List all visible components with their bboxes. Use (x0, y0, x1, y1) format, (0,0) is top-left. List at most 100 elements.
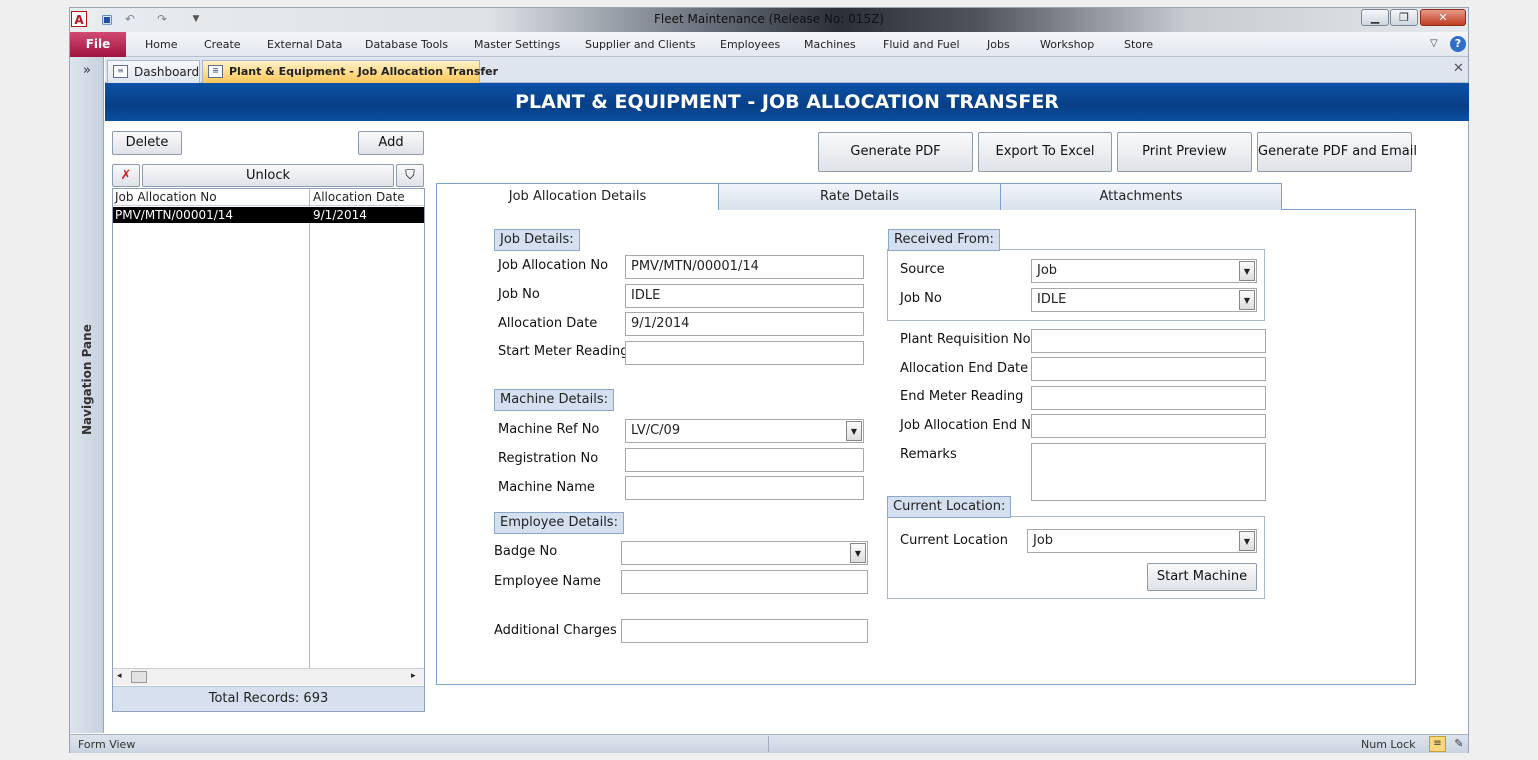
job-allocation-no-label: Job Allocation No (498, 258, 609, 273)
current-location-select[interactable]: Job ▼ (1027, 529, 1257, 553)
generate-pdf-button[interactable]: Generate PDF (818, 132, 973, 172)
machine-ref-no-label: Machine Ref No (498, 422, 600, 437)
machine-name-field[interactable] (625, 476, 864, 500)
document-tab-bar: ≡ Dashboard ≡ Plant & Equipment - Job Al… (105, 57, 1468, 83)
tab-create[interactable]: Create (204, 38, 241, 51)
received-job-no-value: IDLE (1037, 292, 1067, 307)
add-button[interactable]: Add (358, 131, 424, 155)
page-title: PLANT & EQUIPMENT - JOB ALLOCATION TRANS… (515, 91, 1059, 113)
remarks-textarea[interactable] (1031, 443, 1266, 501)
current-location-value: Job (1033, 533, 1054, 548)
close-document-icon[interactable]: ✕ (1453, 61, 1464, 76)
help-icon[interactable]: ? (1450, 36, 1466, 52)
chevron-down-icon[interactable]: ▼ (1239, 290, 1255, 310)
additional-charges-label: Additional Charges (494, 623, 617, 638)
nav-pane-toggle-icon[interactable]: » (70, 63, 104, 78)
tab-job-allocation-details[interactable]: Job Allocation Details (436, 183, 719, 210)
doc-tab-label: Dashboard (134, 65, 200, 79)
num-lock-indicator: Num Lock (1361, 738, 1416, 751)
plant-requisition-field[interactable] (1031, 329, 1266, 353)
scroll-left-icon[interactable]: ◂ (117, 671, 122, 681)
employee-name-label: Employee Name (494, 574, 601, 589)
record-list[interactable]: Job Allocation No Allocation Date PMV/MT… (112, 188, 425, 712)
received-job-no-label: Job No (900, 291, 942, 306)
export-excel-button[interactable]: Export To Excel (978, 132, 1112, 172)
additional-charges-field[interactable] (621, 619, 868, 643)
app-window: A ▣ ↶ ↷ ▼ Fleet Maintenance (Release No:… (69, 7, 1469, 753)
column-header-job-allocation-no[interactable]: Job Allocation No (115, 190, 217, 204)
allocation-date-field[interactable]: 9/1/2014 (625, 312, 864, 336)
chevron-down-icon[interactable]: ▼ (1239, 261, 1255, 281)
title-bar: A ▣ ↶ ↷ ▼ Fleet Maintenance (Release No:… (70, 8, 1468, 32)
column-divider (309, 189, 310, 668)
job-details-header: Job Details: (494, 229, 580, 251)
navigation-pane[interactable]: » Navigation Pane (70, 57, 104, 733)
form-icon: ≡ (208, 65, 223, 78)
tab-employees[interactable]: Employees (720, 38, 780, 51)
filter-icon[interactable]: ⛉ (396, 164, 424, 187)
current-location-label: Current Location (900, 533, 1008, 548)
scroll-right-icon[interactable]: ▸ (411, 671, 416, 681)
doc-tab-dashboard[interactable]: ≡ Dashboard (107, 60, 200, 83)
end-meter-reading-field[interactable] (1031, 386, 1266, 410)
tab-attachments[interactable]: Attachments (1000, 183, 1282, 210)
form-header: PLANT & EQUIPMENT - JOB ALLOCATION TRANS… (105, 83, 1469, 121)
job-allocation-end-no-label: Job Allocation End No (900, 418, 1039, 433)
window-title: Fleet Maintenance (Release No: 015Z) (654, 12, 884, 26)
employee-name-field[interactable] (621, 570, 868, 594)
received-job-no-select[interactable]: IDLE ▼ (1031, 288, 1257, 312)
job-no-field[interactable]: IDLE (625, 284, 864, 308)
delete-button[interactable]: Delete (112, 131, 182, 155)
source-select[interactable]: Job ▼ (1031, 259, 1257, 283)
expand-ribbon-icon[interactable]: ▽ (1430, 38, 1438, 49)
start-machine-button[interactable]: Start Machine (1147, 563, 1257, 591)
generate-pdf-email-button[interactable]: Generate PDF and Email (1257, 132, 1417, 172)
tab-rate-details[interactable]: Rate Details (718, 183, 1001, 210)
tab-store[interactable]: Store (1124, 38, 1153, 51)
horizontal-scrollbar[interactable]: ◂ ▸ (113, 668, 424, 685)
chevron-down-icon[interactable]: ▼ (1239, 531, 1255, 551)
tab-workshop[interactable]: Workshop (1040, 38, 1094, 51)
allocation-end-date-field[interactable] (1031, 357, 1266, 381)
file-tab[interactable]: File (70, 32, 126, 57)
scroll-thumb[interactable] (131, 671, 147, 683)
minimize-button[interactable]: ▁ (1361, 9, 1389, 26)
status-divider (768, 736, 769, 752)
remarks-label: Remarks (900, 447, 957, 462)
unlock-button[interactable]: Unlock (142, 164, 394, 187)
tab-external-data[interactable]: External Data (267, 38, 342, 51)
tab-database-tools[interactable]: Database Tools (365, 38, 448, 51)
plant-requisition-label: Plant Requisition No. (900, 332, 1035, 347)
source-label: Source (900, 262, 945, 277)
tab-home[interactable]: Home (145, 38, 177, 51)
tab-master-settings[interactable]: Master Settings (474, 38, 560, 51)
list-item[interactable]: PMV/MTN/00001/14 9/1/2014 (113, 207, 424, 223)
chevron-down-icon[interactable]: ▼ (846, 421, 862, 441)
badge-no-select[interactable]: ▼ (621, 541, 868, 565)
machine-details-header: Machine Details: (494, 389, 614, 411)
form-view-icon[interactable]: ≡ (1429, 736, 1446, 752)
column-header-allocation-date[interactable]: Allocation Date (313, 190, 405, 204)
view-mode-label: Form View (78, 738, 136, 751)
print-preview-button[interactable]: Print Preview (1117, 132, 1252, 172)
start-meter-reading-field[interactable] (625, 341, 864, 365)
ribbon-tab-bar: File Home Create External Data Database … (70, 32, 1468, 57)
machine-ref-no-select[interactable]: LV/C/09 ▼ (625, 419, 864, 443)
job-allocation-end-no-field[interactable] (1031, 414, 1266, 438)
nav-pane-label: Navigation Pane (80, 324, 94, 435)
tab-supplier-clients[interactable]: Supplier and Clients (585, 38, 696, 51)
close-window-button[interactable]: ✕ (1420, 9, 1466, 26)
maximize-button[interactable]: ❐ (1390, 9, 1418, 26)
doc-tab-job-allocation-transfer[interactable]: ≡ Plant & Equipment - Job Allocation Tra… (202, 60, 498, 83)
list-header: Job Allocation No Allocation Date (113, 189, 424, 206)
start-meter-reading-label: Start Meter Reading (498, 344, 629, 359)
clear-filter-icon[interactable]: ✗ (112, 164, 140, 187)
tab-fluid-fuel[interactable]: Fluid and Fuel (883, 38, 960, 51)
design-view-icon[interactable]: ✎ (1451, 736, 1467, 752)
chevron-down-icon[interactable]: ▼ (850, 543, 866, 563)
tab-machines[interactable]: Machines (804, 38, 856, 51)
employee-details-header: Employee Details: (494, 512, 624, 534)
tab-jobs[interactable]: Jobs (987, 38, 1010, 51)
job-allocation-no-field[interactable]: PMV/MTN/00001/14 (625, 255, 864, 279)
registration-no-field[interactable] (625, 448, 864, 472)
